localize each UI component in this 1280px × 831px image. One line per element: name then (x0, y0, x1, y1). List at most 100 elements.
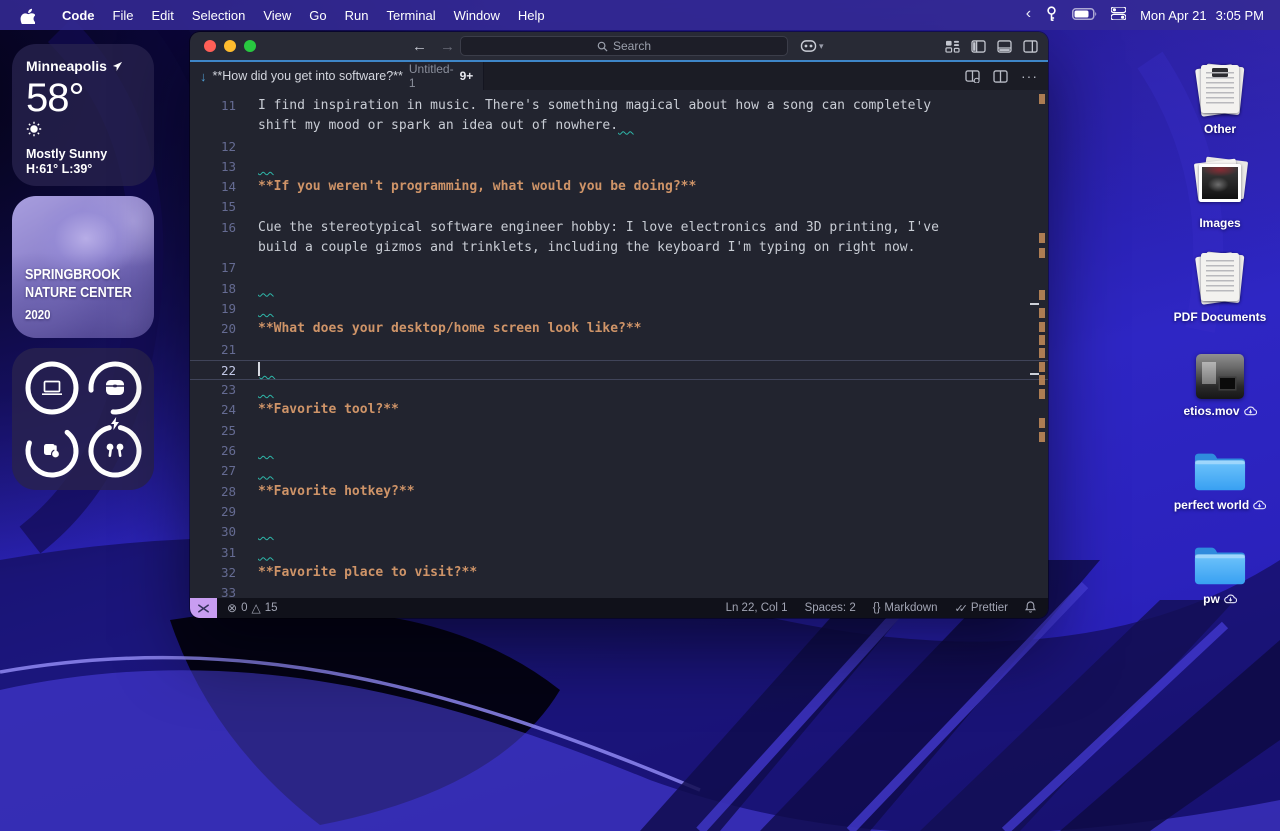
battery-ring-airpods-case[interactable] (85, 358, 144, 417)
code-line-14[interactable]: 14**If you weren't programming, what wou… (190, 177, 1048, 197)
code-line-24[interactable]: 24**Favorite tool?** (190, 400, 1048, 420)
language-mode-status[interactable]: {} Markdown (873, 602, 938, 614)
line-content: **What does your desktop/home screen loo… (236, 319, 642, 339)
code-line-15[interactable]: 15 (190, 197, 1048, 217)
menu-item-view[interactable]: View (254, 8, 300, 23)
navigate-back-icon[interactable]: ← (412, 38, 427, 55)
toggle-panel-icon[interactable] (997, 40, 1012, 53)
code-line-32[interactable]: 32**Favorite place to visit?** (190, 563, 1048, 583)
code-line-20[interactable]: 20**What does your desktop/home screen l… (190, 319, 1048, 339)
lint-warning-squiggle (260, 363, 276, 378)
close-window-button[interactable] (204, 40, 216, 52)
notifications-bell-icon[interactable] (1025, 601, 1036, 616)
line-number: 30 (190, 522, 236, 542)
zoom-window-button[interactable] (244, 40, 256, 52)
vscode-title-bar[interactable]: ← → Search ▾ (190, 32, 1048, 62)
line-number: 15 (190, 197, 236, 217)
apple-menu-icon[interactable] (20, 7, 35, 24)
navigate-forward-icon[interactable]: → (440, 38, 455, 55)
menubar-collapse-chevron-icon[interactable]: ‹ (1026, 5, 1031, 23)
overview-ruler[interactable] (1035, 90, 1048, 598)
split-editor-icon[interactable] (993, 70, 1008, 83)
password-key-icon[interactable] (1045, 6, 1058, 25)
code-line-13[interactable]: 13 (190, 157, 1048, 177)
desktop-stack-other[interactable]: Other (1194, 42, 1246, 136)
desktop-file-etios-mov[interactable]: etios.mov (1183, 324, 1256, 418)
code-line-27[interactable]: 27 (190, 461, 1048, 481)
code-line-11[interactable]: 11I find inspiration in music. There's s… (190, 96, 1048, 116)
code-line-12[interactable]: 12 (190, 137, 1048, 157)
menu-item-app[interactable]: Code (53, 8, 104, 23)
code-line-wrap[interactable]: shift my mood or spark an idea out of no… (190, 116, 1048, 136)
menu-item-file[interactable]: File (104, 8, 143, 23)
line-content (236, 137, 258, 157)
code-line-29[interactable]: 29 (190, 502, 1048, 522)
menu-item-help[interactable]: Help (509, 8, 554, 23)
code-line-18[interactable]: 18 (190, 279, 1048, 299)
toggle-secondary-sidebar-icon[interactable] (1023, 40, 1038, 53)
weather-widget[interactable]: Minneapolis 58° Mostly Sunny H:61° L:39° (12, 44, 154, 186)
desktop-stack-images[interactable]: Images (1194, 136, 1246, 230)
command-center-search[interactable]: Search (460, 36, 788, 56)
photos-widget[interactable]: SPRINGBROOK NATURE CENTER 2020 (12, 196, 154, 338)
control-center-icon[interactable] (1111, 7, 1126, 23)
open-preview-side-icon[interactable] (965, 70, 980, 83)
icon-label: pw (1203, 592, 1220, 606)
line-content (236, 299, 274, 319)
menu-item-terminal[interactable]: Terminal (378, 8, 445, 23)
code-line-21[interactable]: 21 (190, 340, 1048, 360)
minimize-window-button[interactable] (224, 40, 236, 52)
line-number (190, 116, 236, 136)
battery-ring-airpods[interactable] (85, 421, 144, 480)
line-number: 14 (190, 177, 236, 197)
battery-ring-macbook[interactable] (22, 358, 81, 417)
formatter-status[interactable]: ✓✓ Prettier (954, 602, 1008, 615)
code-line-22[interactable]: 22 (190, 360, 1048, 380)
menu-item-window[interactable]: Window (445, 8, 509, 23)
menu-item-edit[interactable]: Edit (142, 8, 182, 23)
location-arrow-icon (112, 61, 123, 72)
line-content (236, 502, 258, 522)
desktop-folder-pw[interactable]: pw (1193, 512, 1247, 606)
code-line-wrap[interactable]: build a couple gizmos and trinklets, inc… (190, 238, 1048, 258)
editor-pane[interactable]: 11I find inspiration in music. There's s… (190, 90, 1048, 598)
menubar-clock[interactable]: Mon Apr 21 3:05 PM (1140, 8, 1264, 23)
battery-ring-trackpad[interactable] (22, 421, 81, 480)
copilot-menu[interactable]: ▾ (800, 39, 824, 53)
batteries-widget[interactable] (12, 348, 154, 490)
customize-layout-icon[interactable] (945, 40, 960, 53)
line-number: 19 (190, 299, 236, 319)
menu-item-run[interactable]: Run (336, 8, 378, 23)
menu-item-selection[interactable]: Selection (183, 8, 254, 23)
line-number: 20 (190, 319, 236, 339)
lint-warning-squiggle (258, 545, 274, 560)
cursor-position-status[interactable]: Ln 22, Col 1 (726, 602, 788, 614)
desktop-folder-perfect-world[interactable]: perfect world (1174, 418, 1266, 512)
code-line-16[interactable]: 16Cue the stereotypical software enginee… (190, 218, 1048, 238)
line-content (236, 441, 274, 461)
code-line-33[interactable]: 33 (190, 583, 1048, 598)
problems-status[interactable]: ⊗ 0 △ 15 (227, 601, 278, 615)
code-line-28[interactable]: 28**Favorite hotkey?** (190, 482, 1048, 502)
indentation-status[interactable]: Spaces: 2 (805, 602, 856, 614)
desktop-stack-pdf-documents[interactable]: PDF Documents (1174, 230, 1267, 324)
line-content (236, 421, 258, 441)
battery-icon[interactable] (1072, 8, 1097, 23)
line-content (236, 197, 258, 217)
line-content (236, 461, 274, 481)
code-line-17[interactable]: 17 (190, 258, 1048, 278)
menu-item-go[interactable]: Go (300, 8, 335, 23)
line-number: 26 (190, 441, 236, 461)
code-line-25[interactable]: 25 (190, 421, 1048, 441)
weather-temperature: 58° (26, 76, 140, 121)
code-line-31[interactable]: 31 (190, 543, 1048, 563)
code-line-19[interactable]: 19 (190, 299, 1048, 319)
code-line-23[interactable]: 23 (190, 380, 1048, 400)
code-line-26[interactable]: 26 (190, 441, 1048, 461)
line-number: 12 (190, 137, 236, 157)
more-actions-icon[interactable]: ··· (1021, 68, 1038, 84)
tab-untitled-1[interactable]: ↓ **How did you get into software?** Unt… (190, 62, 484, 90)
toggle-primary-sidebar-icon[interactable] (971, 40, 986, 53)
remote-indicator[interactable] (190, 598, 217, 618)
code-line-30[interactable]: 30 (190, 522, 1048, 542)
